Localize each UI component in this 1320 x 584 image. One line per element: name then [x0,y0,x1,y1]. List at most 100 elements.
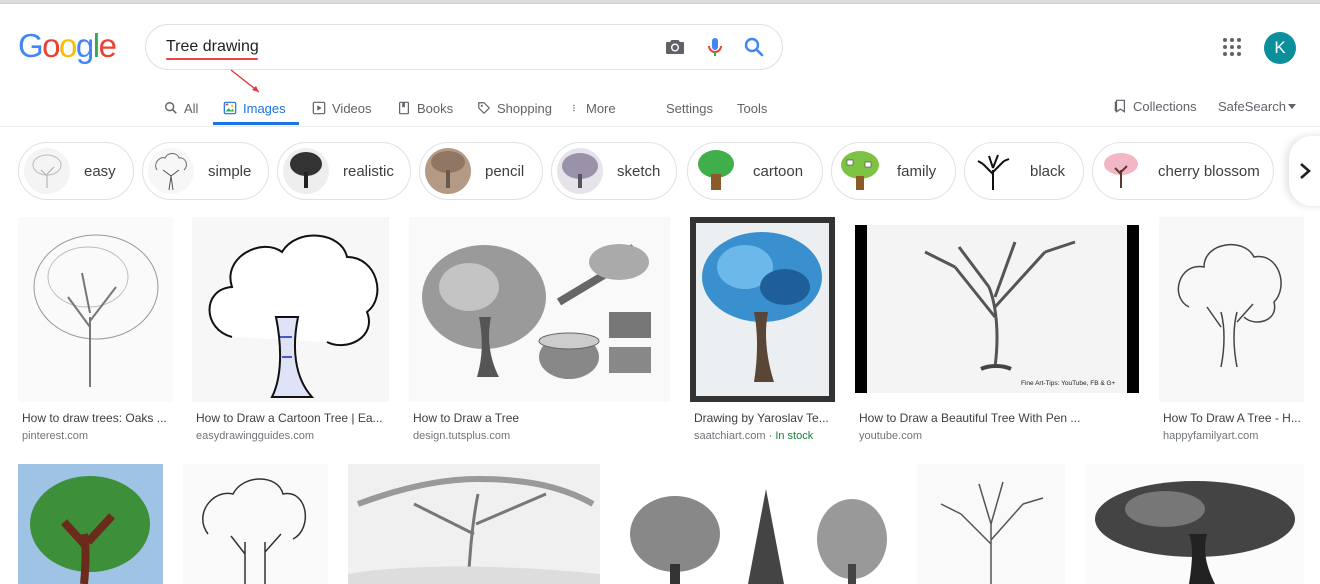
chip-label: sketch [617,162,661,180]
safesearch-label: SafeSearch [1218,98,1286,114]
tab-more-label: More [586,100,616,116]
safesearch-button[interactable]: SafeSearch [1218,94,1296,118]
image-result[interactable]: Fine Art-Tips: YouTube, FB & G+ How to D… [855,217,1139,447]
logo-letter: G [18,27,44,64]
tab-images[interactable]: Images [223,96,286,120]
chip-easy[interactable]: easy [18,142,134,200]
chip-thumbnail [837,148,883,194]
chip-simple[interactable]: simple [142,142,269,200]
chip-realistic[interactable]: realistic [277,142,411,200]
result-title[interactable]: Drawing by Yaroslav Te... [694,411,834,425]
tab-tools-label: Tools [737,100,768,116]
result-source[interactable]: easydrawingguides.com [196,430,314,442]
image-result[interactable]: How To Draw A Tree - H... happyfamilyart… [1159,217,1304,447]
search-tabs: All Images Videos Books Shopping More Se… [0,92,1320,126]
video-icon [312,101,326,115]
chip-thumbnail [24,148,70,194]
refinement-chips: easy simple realistic pencil sketch cart… [18,142,1320,200]
tab-settings-label: Settings [666,100,713,116]
tab-all[interactable]: All [164,96,198,120]
search-query-underline [166,58,258,60]
chip-thumbnail [283,148,329,194]
chip-family[interactable]: family [831,142,956,200]
image-result-thumbnail[interactable] [1085,464,1304,584]
result-title[interactable]: How to Draw a Tree [413,411,669,425]
tab-more[interactable]: More [572,96,616,120]
chip-label: easy [84,162,116,180]
tab-books-label: Books [417,100,454,116]
tab-shopping[interactable]: Shopping [477,96,552,120]
result-thumbnail[interactable] [192,217,389,402]
header-divider [0,126,1320,127]
chip-thumbnail [970,148,1016,194]
result-source[interactable]: design.tutsplus.com [413,430,510,442]
image-result-thumbnail[interactable] [917,464,1065,584]
result-thumbnail[interactable]: Fine Art-Tips: YouTube, FB & G+ [855,217,1139,402]
result-title[interactable]: How to draw trees: Oaks ... [22,411,172,425]
chevron-right-icon [1300,163,1311,179]
image-result[interactable]: How to Draw a Cartoon Tree | Ea... easyd… [192,217,389,447]
chip-thumbnail [425,148,471,194]
chip-label: realistic [343,162,394,180]
mic-icon[interactable] [703,35,727,59]
image-result[interactable]: How to draw trees: Oaks ... pinterest.co… [18,217,173,447]
image-result[interactable]: Drawing by Yaroslav Te... saatchiart.com… [690,217,835,447]
chip-thumbnail [148,148,194,194]
result-title[interactable]: How To Draw A Tree - H... [1163,411,1303,425]
chip-pencil[interactable]: pencil [419,142,543,200]
result-source[interactable]: youtube.com [859,430,922,442]
logo-letter: e [98,27,117,64]
tab-videos[interactable]: Videos [312,96,372,120]
chip-label: pencil [485,162,525,180]
in-stock-badge: · In stock [768,430,814,442]
image-result-thumbnail[interactable] [183,464,328,584]
result-thumbnail[interactable] [690,217,835,402]
search-input[interactable]: Tree drawing [166,38,259,56]
result-source[interactable]: pinterest.com [22,430,88,442]
chip-label: black [1030,162,1066,180]
chip-cherry-blossom[interactable]: cherry blossom [1092,142,1274,200]
result-source[interactable]: happyfamilyart.com [1163,430,1258,442]
tab-settings[interactable]: Settings [666,96,713,120]
result-title[interactable]: How to Draw a Cartoon Tree | Ea... [196,411,388,425]
chips-next-button[interactable] [1289,136,1320,206]
account-avatar[interactable]: K [1264,32,1296,64]
chip-black[interactable]: black [964,142,1084,200]
tab-videos-label: Videos [332,100,372,116]
more-vert-icon [573,104,575,112]
tab-tools[interactable]: Tools [737,96,767,120]
result-thumbnail[interactable] [409,217,670,402]
chip-label: family [897,162,937,180]
tag-icon [478,102,490,114]
chip-thumbnail [1098,148,1144,194]
camera-icon[interactable] [663,35,687,59]
image-result-thumbnail[interactable] [620,464,897,584]
image-result[interactable]: How to Draw a Tree design.tutsplus.com [409,217,670,447]
tab-images-label: Images [243,100,286,116]
result-thumbnail[interactable] [1159,217,1304,402]
tab-books[interactable]: Books [397,96,453,120]
image-result-thumbnail[interactable] [18,464,163,584]
chip-thumbnail [693,148,739,194]
dropdown-arrow-icon [1287,103,1296,109]
chip-sketch[interactable]: sketch [551,142,677,200]
chip-label: cherry blossom [1158,162,1260,180]
apps-grid-icon[interactable] [1223,38,1241,56]
tab-all-label: All [184,100,199,116]
result-thumbnail[interactable] [18,217,173,402]
logo-letter: g [75,27,94,64]
chip-label: cartoon [753,162,804,180]
collections-label: Collections [1133,98,1197,114]
active-tab-indicator [213,122,299,125]
search-icon[interactable] [742,35,766,59]
chip-cartoon[interactable]: cartoon [687,142,823,200]
image-result-thumbnail[interactable] [348,464,600,584]
result-source[interactable]: saatchiart.com · In stock [694,430,813,442]
collections-button[interactable]: Collections [1113,94,1197,118]
search-icon [165,102,177,114]
search-box[interactable]: Tree drawing [145,24,783,70]
chip-thumbnail [557,148,603,194]
result-title[interactable]: How to Draw a Beautiful Tree With Pen ..… [859,411,1138,425]
browser-top-edge [0,0,1320,4]
google-logo[interactable]: Google [18,27,117,64]
